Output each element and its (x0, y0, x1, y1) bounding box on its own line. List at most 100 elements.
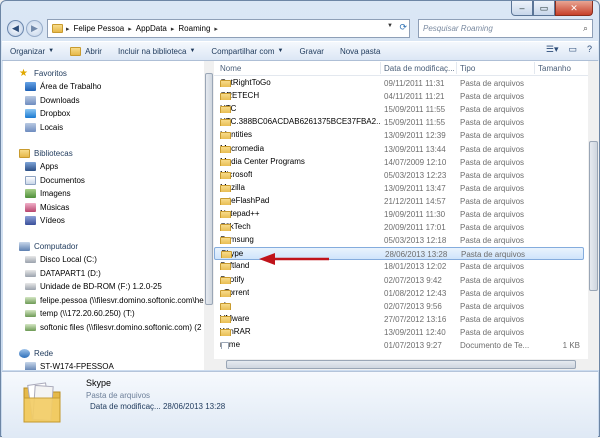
scrollbar-thumb[interactable] (205, 73, 213, 305)
file-name-cell: GetRightToGo (220, 78, 380, 87)
sidebar-item-network-drive-t[interactable]: temp (\\172.20.60.250) (T:) (25, 307, 135, 320)
table-row[interactable]: GetRightToGo 09/11/2011 11:31 Pasta de arq… (214, 77, 584, 90)
table-row[interactable]: GRETECH 04/11/2011 11:21 Pasta de arquivos (214, 90, 584, 103)
sidebar-group-label: Computador (34, 242, 79, 251)
address-dropdown-icon[interactable]: ▼ (387, 23, 393, 29)
folder-icon (220, 197, 231, 205)
file-type: Pasta de arquivos (460, 183, 525, 193)
table-row[interactable]: Samsung 05/03/2013 12:18 Pasta de arquivos (214, 234, 584, 247)
network-drive-icon (25, 324, 36, 331)
file-date: 04/11/2011 11:21 (384, 92, 445, 102)
help-icon[interactable]: ? (587, 44, 592, 55)
minimize-button[interactable]: – (511, 1, 533, 16)
sidebar-group-network[interactable]: Rede (19, 347, 53, 360)
include-library-button[interactable]: Incluir na biblioteca ▼ (110, 47, 203, 56)
table-row[interactable]: HTC.388BC06ACDAB6261375BCE37FBA2... 15/09… (214, 116, 584, 129)
maximize-button[interactable]: ▭ (533, 1, 555, 16)
scrollbar-thumb[interactable] (226, 360, 576, 369)
table-row[interactable]: name 01/07/2013 9:27 Documento de Te... 1 K… (214, 339, 584, 352)
column-divider[interactable] (456, 62, 457, 74)
navigation-scrollbar[interactable] (204, 61, 214, 370)
close-button[interactable]: ✕ (555, 1, 593, 16)
new-folder-button[interactable]: Nova pasta (332, 47, 388, 56)
file-type: Pasta de arquivos (460, 262, 525, 272)
column-name[interactable]: Nome (220, 64, 241, 73)
apps-icon (25, 162, 36, 171)
file-name-cell: HTC (220, 104, 380, 114)
table-row[interactable]: VMware 27/07/2012 13:16 Pasta de arquivos (214, 313, 584, 326)
table-row[interactable]: Spotify 02/07/2013 9:42 Pasta de arquivos (214, 274, 584, 287)
table-row[interactable]: WinRAR 13/09/2011 12:40 Pasta de arquivos (214, 326, 584, 339)
sidebar-item-drive-d[interactable]: DATAPART1 (D:) (25, 267, 101, 280)
sidebar-item-documents[interactable]: Documentos (25, 174, 85, 187)
chevron-down-icon: ▼ (277, 48, 284, 54)
table-row[interactable]: QlikTech 20/09/2011 17:01 Pasta de arquivo… (214, 221, 584, 234)
table-row[interactable]: vlc 02/07/2013 9:56 Pasta de arquivos (214, 300, 584, 313)
sidebar-item-downloads[interactable]: Downloads (25, 94, 80, 107)
share-button[interactable]: Compartilhar com ▼ (203, 47, 291, 56)
forward-button[interactable]: ▶ (26, 20, 43, 37)
sidebar-item-images[interactable]: Imagens (25, 187, 71, 200)
table-row[interactable]: Mozilla 13/09/2011 13:47 Pasta de arquivos (214, 182, 584, 195)
breadcrumb-roaming[interactable]: Roaming (175, 24, 213, 33)
sidebar-item-label: Músicas (40, 203, 70, 212)
details-modified: Data de modificaç... 28/06/2013 13:28 (90, 402, 225, 411)
horizontal-scrollbar[interactable] (214, 359, 588, 370)
table-row[interactable]: Microsoft 05/03/2013 12:23 Pasta de arquiv… (214, 169, 584, 182)
file-list-scrollbar[interactable] (588, 61, 599, 370)
table-row[interactable]: Identities 13/09/2011 12:39 Pasta de arqui… (214, 129, 584, 142)
sidebar-item-network-host[interactable]: ST-W174-FPESSOA (25, 360, 114, 370)
sidebar-item-label: softonic files (\\filesvr.domino.softoni… (40, 323, 202, 332)
breadcrumb-appdata[interactable]: AppData (133, 24, 170, 33)
caption-buttons: – ▭ ✕ (511, 1, 593, 17)
change-view-icon[interactable]: ☰▾ (546, 44, 559, 55)
sidebar-item-drive-f[interactable]: Unidade de BD-ROM (F:) 1.2.0-25 (25, 280, 162, 293)
table-row[interactable]: HTC 15/09/2011 11:55 Pasta de arquivos (214, 103, 584, 116)
back-button[interactable]: ◀ (7, 20, 24, 37)
file-date: 13/09/2011 13:44 (384, 144, 446, 154)
organize-button[interactable]: Organizar ▼ (2, 47, 62, 56)
column-divider[interactable] (380, 62, 381, 74)
folder-icon (220, 119, 231, 127)
preview-pane-icon[interactable]: ▭ (568, 44, 577, 55)
table-row[interactable]: noteFlashPad 21/12/2011 14:57 Pasta de arq… (214, 195, 584, 208)
sidebar-group-libraries[interactable]: Bibliotecas (19, 147, 73, 160)
red-arrow-annotation (259, 253, 329, 265)
search-input[interactable]: Pesquisar Roaming ⌕ (418, 19, 593, 38)
network-icon (19, 349, 30, 358)
sidebar-item-music[interactable]: Músicas (25, 201, 69, 214)
file-name-cell: QlikTech (220, 222, 380, 232)
search-icon[interactable]: ⌕ (583, 23, 588, 34)
large-folder-icon (23, 382, 61, 423)
column-date[interactable]: Data de modificaç... (384, 64, 455, 73)
documents-icon (25, 176, 36, 185)
open-button[interactable]: Abrir (62, 46, 110, 56)
sidebar-item-drive-c[interactable]: Disco Local (C:) (25, 253, 97, 266)
computer-icon (25, 362, 36, 370)
sidebar-item-apps[interactable]: Apps (25, 160, 58, 173)
sidebar-group-computer[interactable]: Computador (19, 240, 78, 253)
column-header: Nome Data de modificaç... Tipo Tamanho (214, 61, 588, 76)
sidebar-item-network-drive-h[interactable]: felipe.pessoa (\\filesvr.domino.softonic… (25, 294, 204, 307)
sidebar-item-dropbox[interactable]: Dropbox (25, 107, 70, 120)
file-date: 01/08/2012 12:43 (384, 288, 447, 298)
table-row[interactable]: Notepad++ 19/09/2011 11:30 Pasta de arquiv… (214, 208, 584, 221)
sidebar-item-videos[interactable]: Vídeos (25, 214, 65, 227)
burn-button[interactable]: Gravar (292, 47, 332, 56)
table-row[interactable]: Macromedia 13/09/2011 13:44 Pasta de arqui… (214, 143, 584, 156)
refresh-icon[interactable]: ⟳ (399, 22, 407, 33)
sidebar-item-locais[interactable]: Locais (25, 121, 63, 134)
breadcrumb-user[interactable]: Felipe Pessoa (71, 24, 128, 33)
sidebar-group-favorites[interactable]: ★ Favoritos (19, 67, 67, 80)
column-divider[interactable] (534, 62, 535, 74)
column-size[interactable]: Tamanho (538, 64, 571, 73)
sidebar-item-desktop[interactable]: Área de Trabalho (25, 80, 101, 93)
sidebar-item-network-drive-z[interactable]: softonic files (\\filesvr.domino.softoni… (25, 321, 201, 334)
scrollbar-thumb[interactable] (589, 141, 598, 291)
folder-icon (220, 80, 231, 87)
table-row[interactable]: Media Center Programs 14/07/2009 12:10 Pas… (214, 156, 584, 169)
table-row[interactable]: uTorrent 01/08/2012 12:43 Pasta de arquivo… (214, 287, 584, 300)
view-controls: ☰▾ ▭ ? (546, 44, 592, 55)
column-type[interactable]: Tipo (460, 64, 475, 73)
address-bar[interactable]: ▸ Felipe Pessoa ▸ AppData ▸ Roaming ▸ ▼ … (47, 19, 410, 38)
